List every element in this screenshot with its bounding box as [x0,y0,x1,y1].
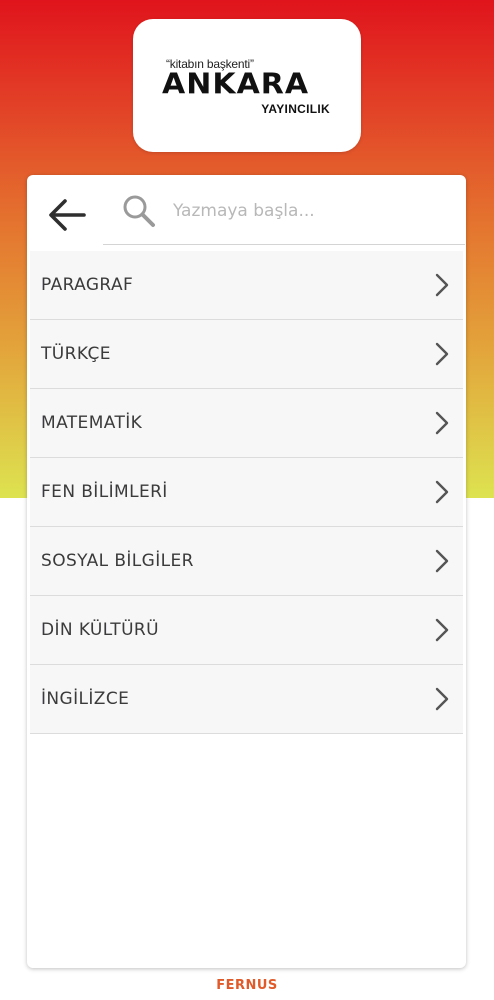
back-arrow-icon [49,199,86,231]
search-icon [123,195,155,227]
category-item-ingilizce[interactable]: İNGİLİZCE [30,665,463,734]
footer-brand: FERNUS [216,978,278,993]
category-item-din-kulturu[interactable]: DİN KÜLTÜRÜ [30,596,463,665]
category-list: PARAGRAF TÜRKÇE MATEMATİK FEN BİLİMLERİ … [30,251,463,734]
chevron-right-icon [435,342,449,366]
category-item-sosyal-bilgiler[interactable]: SOSYAL BİLGİLER [30,527,463,596]
category-label: PARAGRAF [41,275,134,295]
category-panel: PARAGRAF TÜRKÇE MATEMATİK FEN BİLİMLERİ … [27,175,466,968]
category-label: MATEMATİK [41,413,143,433]
publisher-logo: “kitabın başkenti” ANKARA YAYINCILIK [162,51,332,121]
category-label: DİN KÜLTÜRÜ [41,620,159,640]
category-label: FEN BİLİMLERİ [41,482,168,502]
back-button[interactable] [41,189,93,241]
category-label: SOSYAL BİLGİLER [41,551,194,571]
chevron-right-icon [435,618,449,642]
category-item-turkce[interactable]: TÜRKÇE [30,320,463,389]
chevron-right-icon [435,480,449,504]
search-bar [103,175,465,245]
chevron-right-icon [435,273,449,297]
logo-card: “kitabın başkenti” ANKARA YAYINCILIK [133,19,361,152]
search-input[interactable] [171,193,455,229]
logo-wordmark: ANKARA [162,67,310,101]
category-item-fen-bilimleri[interactable]: FEN BİLİMLERİ [30,458,463,527]
category-item-matematik[interactable]: MATEMATİK [30,389,463,458]
category-label: TÜRKÇE [41,344,111,364]
category-label: İNGİLİZCE [41,689,130,709]
chevron-right-icon [435,687,449,711]
chevron-right-icon [435,549,449,573]
chevron-right-icon [435,411,449,435]
category-item-paragraf[interactable]: PARAGRAF [30,251,463,320]
logo-subtitle: YAYINCILIK [261,101,330,116]
